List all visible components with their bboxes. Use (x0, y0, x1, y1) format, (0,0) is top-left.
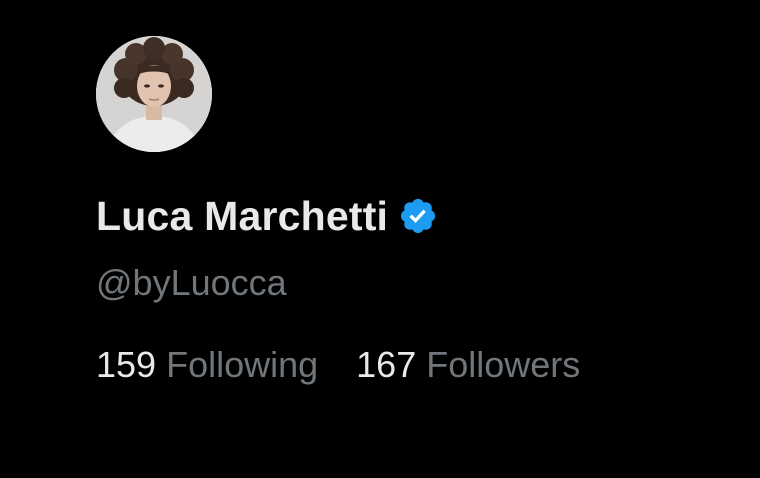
follow-stats: 159 Following 167 Followers (96, 344, 736, 386)
profile-photo-icon (96, 36, 212, 152)
avatar[interactable] (96, 36, 212, 152)
display-name: Luca Marchetti (96, 192, 389, 239)
following-count: 159 (96, 344, 157, 385)
username-handle: @byLuocca (96, 262, 287, 303)
followers-label: Followers (426, 344, 581, 385)
name-row: Luca Marchetti (96, 192, 736, 240)
following-link[interactable]: 159 Following (96, 344, 318, 386)
followers-count: 167 (356, 344, 417, 385)
following-label: Following (166, 344, 319, 385)
followers-link[interactable]: 167 Followers (356, 344, 580, 386)
verified-badge-icon[interactable] (398, 196, 438, 236)
profile-header: Luca Marchetti @byLuocca 159 Following 1… (96, 36, 736, 386)
